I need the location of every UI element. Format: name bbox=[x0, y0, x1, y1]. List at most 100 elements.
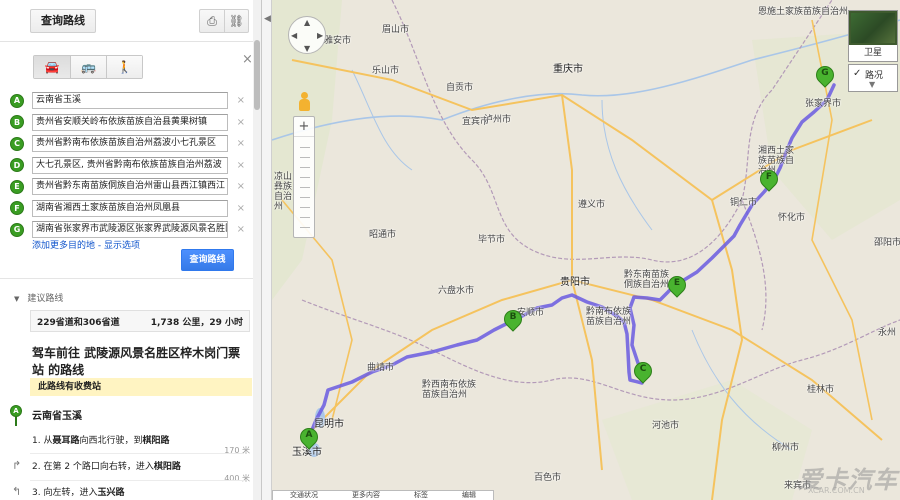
map-label: 昭通市 bbox=[369, 230, 397, 240]
map-bottom-tabs: 交通状况 更多内容 标签 编辑 bbox=[272, 490, 494, 500]
bus-icon[interactable]: 🚌 bbox=[70, 56, 106, 78]
waypoint-e: E 贵州省黔东南苗族侗族自治州雷山县西江镇西江 × bbox=[10, 176, 250, 197]
turn-left-icon: ↰ bbox=[12, 485, 22, 498]
marker-d-icon[interactable]: D bbox=[10, 158, 24, 172]
start-point[interactable]: A 云南省玉溪 bbox=[10, 405, 82, 426]
map-label: 昆明市 bbox=[314, 419, 344, 430]
marker-a-icon[interactable]: A bbox=[10, 93, 24, 108]
satellite-thumbnail bbox=[851, 13, 895, 43]
route-marker-g[interactable]: G bbox=[812, 62, 838, 94]
scrollbar-thumb[interactable] bbox=[254, 40, 260, 110]
suggested-routes-toggle[interactable]: ▼ 建议路线 bbox=[14, 291, 63, 304]
bottom-tab-labels[interactable]: 标签 bbox=[414, 491, 428, 500]
pan-control[interactable]: ▲ ◀ ▶ ▼ bbox=[288, 16, 326, 54]
divider bbox=[0, 278, 254, 279]
route-summary[interactable]: 229省道和306省道 1,738 公里，29 小时 bbox=[30, 310, 250, 332]
toll-notice: 此路线有收费站 bbox=[30, 378, 252, 396]
remove-waypoint-icon[interactable]: × bbox=[237, 95, 245, 106]
waypoint-c-input[interactable]: 贵州省黔南布依族苗族自治州荔波小七孔景区 bbox=[32, 135, 228, 152]
checkmark-icon: ✓ bbox=[853, 68, 862, 79]
print-icon[interactable]: ⎙ bbox=[200, 10, 224, 32]
step-distance: 170 米 bbox=[224, 446, 250, 455]
chevron-down-icon[interactable]: ▼ bbox=[869, 80, 875, 89]
map-label: 张家界市 bbox=[805, 99, 842, 109]
satellite-label: 卫星 bbox=[849, 45, 897, 61]
map-label: 邵阳市 bbox=[874, 238, 900, 248]
waypoint-g-input[interactable]: 湖南省张家界市武陵源区张家界武陵源风景名胜区 bbox=[32, 221, 228, 238]
zoom-in-icon[interactable]: + bbox=[294, 117, 314, 137]
route-marker-b[interactable]: B bbox=[500, 306, 526, 338]
map-label: 贵阳市 bbox=[560, 277, 590, 288]
route-distance-time: 1,738 公里，29 小时 bbox=[150, 317, 243, 328]
remove-waypoint-icon[interactable]: × bbox=[237, 138, 245, 149]
bottom-tab-edit[interactable]: 编辑 bbox=[462, 491, 476, 500]
bottom-tab-traffic[interactable]: 交通状况 bbox=[290, 491, 318, 500]
traffic-toggle[interactable]: ✓ 路况 ▼ bbox=[848, 64, 898, 92]
pan-down-icon[interactable]: ▼ bbox=[304, 44, 310, 53]
marker-e-icon[interactable]: E bbox=[10, 179, 24, 194]
waypoint-e-input[interactable]: 贵州省黔东南苗族侗族自治州雷山县西江镇西江 bbox=[32, 178, 228, 195]
map-background bbox=[272, 0, 900, 500]
map-label: 自贡市 bbox=[446, 83, 474, 93]
map-label: 曲靖市 bbox=[367, 363, 395, 373]
walk-icon[interactable]: 🚶 bbox=[106, 56, 142, 78]
travel-mode-selector: 🚘 🚌 🚶 bbox=[33, 55, 143, 79]
zoom-slider[interactable] bbox=[294, 137, 314, 237]
map-label: 泸州市 bbox=[484, 115, 512, 125]
map-canvas[interactable]: 眉山市 雅安市 乐山市 宜宾市 泸州市 自贡市 重庆市 遵义市 毕节市 昭通市 … bbox=[272, 0, 900, 500]
map-label: 柳州市 bbox=[772, 443, 800, 453]
route-marker-c[interactable]: C bbox=[630, 358, 656, 390]
collapse-arrow-icon[interactable]: ◀ bbox=[264, 14, 271, 24]
map-label: 铜仁市 bbox=[730, 198, 758, 208]
remove-waypoint-icon[interactable]: × bbox=[237, 224, 245, 235]
car-icon[interactable]: 🚘 bbox=[34, 56, 70, 78]
panel-collapse-handle[interactable]: ◀ bbox=[262, 0, 272, 500]
remove-waypoint-icon[interactable]: × bbox=[237, 117, 245, 128]
zoom-control[interactable]: + bbox=[293, 116, 315, 238]
marker-c-icon[interactable]: C bbox=[10, 136, 24, 151]
map-label: 河池市 bbox=[652, 421, 680, 431]
pan-up-icon[interactable]: ▲ bbox=[304, 18, 310, 27]
pan-right-icon[interactable]: ▶ bbox=[317, 31, 323, 40]
bottom-tab-more[interactable]: 更多内容 bbox=[352, 491, 380, 500]
waypoint-b-input[interactable]: 贵州省安顺关岭布依族苗族自治县黄果树镇 bbox=[32, 113, 228, 131]
get-directions-button[interactable]: 查询路线 bbox=[30, 9, 96, 33]
map-label: 眉山市 bbox=[382, 25, 410, 35]
remove-waypoint-icon[interactable]: × bbox=[237, 203, 245, 214]
add-destination-link[interactable]: 添加更多目的地 - 显示选项 bbox=[32, 238, 140, 251]
waypoint-a-input[interactable]: 云南省玉溪 bbox=[32, 92, 228, 109]
panel-scrollbar[interactable] bbox=[253, 0, 261, 500]
route-marker-e[interactable]: E bbox=[664, 272, 690, 304]
route-marker-f[interactable]: F bbox=[756, 166, 782, 198]
waypoint-f: F 湖南省湘西土家族苗族自治州凤凰县 × bbox=[10, 198, 250, 219]
street-view-pegman-icon[interactable] bbox=[296, 92, 312, 112]
link-icon[interactable]: ⛓ bbox=[224, 10, 248, 32]
map-label: 怀化市 bbox=[778, 213, 806, 223]
marker-b-icon[interactable]: B bbox=[10, 115, 24, 129]
remove-waypoint-icon[interactable]: × bbox=[237, 160, 245, 171]
search-route-button[interactable]: 查询路线 bbox=[181, 249, 234, 271]
close-icon[interactable]: × bbox=[242, 52, 253, 67]
waypoint-d: D 大七孔景区, 贵州省黔南布依族苗族自治州荔波 × bbox=[10, 155, 250, 176]
waypoint-c: C 贵州省黔南布依族苗族自治州荔波小七孔景区 × bbox=[10, 133, 250, 154]
route-name: 229省道和306省道 bbox=[37, 317, 120, 328]
pan-left-icon[interactable]: ◀ bbox=[291, 31, 297, 40]
divider bbox=[30, 453, 244, 454]
waypoint-a: A 云南省玉溪 × bbox=[10, 90, 250, 111]
waypoint-d-input[interactable]: 大七孔景区, 贵州省黔南布依族苗族自治州荔波 bbox=[32, 156, 228, 174]
waypoint-f-input[interactable]: 湖南省湘西土家族苗族自治州凤凰县 bbox=[32, 199, 228, 217]
map-label: 百色市 bbox=[534, 473, 562, 483]
start-point-label: 云南省玉溪 bbox=[32, 410, 82, 422]
map-label: 乐山市 bbox=[372, 66, 400, 76]
map-label: 黔南布依族苗族自治州 bbox=[586, 307, 632, 327]
satellite-toggle[interactable]: 卫星 bbox=[848, 10, 898, 62]
step-distance: 400 米 bbox=[224, 474, 250, 483]
start-marker-icon: A bbox=[10, 405, 22, 426]
marker-g-icon[interactable]: G bbox=[10, 222, 24, 237]
watermark-logo: 爱卡汽车 XCAR.COM.CN bbox=[798, 466, 898, 495]
map-label: 恩施土家族苗族自治州 bbox=[758, 7, 849, 17]
marker-f-icon[interactable]: F bbox=[10, 201, 24, 215]
route-marker-a[interactable]: A bbox=[296, 424, 322, 456]
remove-waypoint-icon[interactable]: × bbox=[237, 181, 245, 192]
map-label: 毕节市 bbox=[478, 235, 506, 245]
